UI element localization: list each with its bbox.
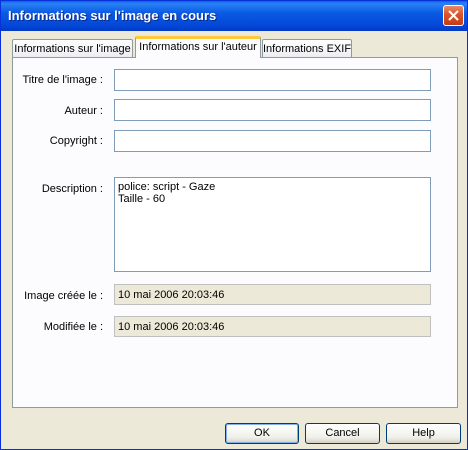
modified-label: Modifiée le : bbox=[43, 321, 103, 333]
created-date-field: 10 mai 2006 20:03:46 bbox=[114, 284, 431, 305]
copyright-input[interactable] bbox=[114, 130, 431, 152]
modified-date-field: 10 mai 2006 20:03:46 bbox=[114, 316, 431, 337]
author-label: Auteur : bbox=[64, 105, 103, 117]
author-input[interactable] bbox=[114, 99, 431, 121]
image-title-input[interactable] bbox=[114, 69, 431, 91]
modified-date-value: 10 mai 2006 20:03:46 bbox=[118, 321, 225, 333]
description-label: Description : bbox=[41, 183, 103, 195]
window-title: Informations sur l'image en cours bbox=[8, 8, 217, 23]
description-textarea[interactable]: police: script - Gaze Taille - 60 bbox=[114, 177, 431, 272]
title-label: Titre de l'image : bbox=[22, 74, 103, 86]
cancel-button[interactable]: Cancel bbox=[305, 423, 380, 444]
copyright-label: Copyright : bbox=[49, 135, 103, 147]
tab-exif-info[interactable]: Informations EXIF bbox=[262, 39, 352, 58]
tab-panel: Titre de l'image : Auteur : Copyright : … bbox=[12, 57, 458, 408]
tab-image-info[interactable]: Informations sur l'image bbox=[12, 39, 133, 58]
created-label: Image créée le : bbox=[24, 290, 103, 302]
description-line: police: script - Gaze bbox=[118, 181, 216, 193]
help-button[interactable]: Help bbox=[386, 423, 461, 444]
ok-button[interactable]: OK bbox=[225, 423, 299, 444]
tab-author-info[interactable]: Informations sur l'auteur bbox=[135, 36, 261, 58]
title-bar[interactable]: Informations sur l'image en cours bbox=[1, 1, 467, 31]
description-line: Taille - 60 bbox=[118, 193, 166, 205]
close-button[interactable] bbox=[443, 5, 464, 26]
dialog-window: Informations sur l'image en cours Inform… bbox=[0, 0, 468, 450]
close-icon bbox=[448, 10, 459, 21]
created-date-value: 10 mai 2006 20:03:46 bbox=[118, 289, 225, 301]
